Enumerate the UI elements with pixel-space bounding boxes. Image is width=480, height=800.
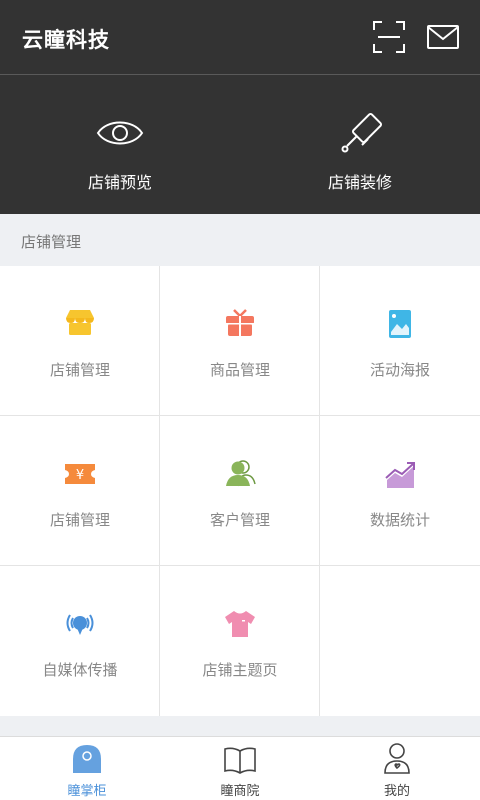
tab-academy[interactable]: 瞳商院 <box>160 737 320 800</box>
home-icon <box>73 745 101 773</box>
grid-item-label: 商品管理 <box>209 361 270 379</box>
app-title: 云瞳科技 <box>22 28 110 52</box>
scan-button[interactable] <box>372 20 406 54</box>
poster-icon <box>389 310 411 338</box>
chart-icon <box>385 462 415 488</box>
grid-item-label: 自媒体传播 <box>42 661 118 679</box>
tab-academy-label: 瞳商院 <box>220 784 260 799</box>
tab-mine[interactable]: 我的 <box>317 737 477 800</box>
store-icon <box>66 310 94 335</box>
tab-home-label: 瞳掌柜 <box>67 784 107 799</box>
grid-item-label: 活动海报 <box>369 361 430 379</box>
svg-text:¥: ¥ <box>76 468 84 483</box>
tab-home[interactable]: 瞳掌柜 <box>7 737 167 800</box>
mail-icon <box>427 25 459 49</box>
store-decorate-label: 店铺装修 <box>327 173 392 192</box>
broadcast-icon <box>66 614 94 635</box>
grid-item-label: 店铺管理 <box>49 511 110 529</box>
grid-item-coupon-management[interactable]: ¥ 店铺管理 <box>0 416 160 566</box>
grid-item-product-management[interactable]: 商品管理 <box>160 266 320 416</box>
tshirt-icon <box>225 611 255 637</box>
tab-mine-label: 我的 <box>383 784 410 799</box>
mail-button[interactable] <box>426 24 460 50</box>
grid-item-store-theme[interactable]: 店铺主题页 <box>160 566 320 716</box>
grid-item-customer-management[interactable]: 客户管理 <box>160 416 320 566</box>
coupon-icon: ¥ <box>65 464 95 484</box>
grid-empty-cell <box>320 566 480 716</box>
eye-icon <box>96 121 144 145</box>
grid-item-media-spread[interactable]: 自媒体传播 <box>0 566 160 716</box>
section-header: 店铺管理 <box>0 214 480 266</box>
store-decorate-button[interactable]: 店铺装修 <box>240 75 480 214</box>
store-preview-label: 店铺预览 <box>87 173 152 192</box>
gift-icon <box>226 309 254 336</box>
grid-item-label: 数据统计 <box>369 511 430 529</box>
header: 云瞳科技 店铺预览 店铺装修 <box>0 0 480 214</box>
book-icon <box>224 747 256 774</box>
grid-item-label: 店铺管理 <box>49 361 110 379</box>
app: 云瞳科技 店铺预览 店铺装修 店铺管理 店铺管理 商品管理 活动海报 ¥ 店铺管… <box>0 0 480 800</box>
feature-grid: 店铺管理 商品管理 活动海报 ¥ 店铺管理 客户管理 数据统计 自媒体传播 店铺… <box>0 266 480 716</box>
scan-icon <box>373 21 405 53</box>
grid-item-label: 店铺主题页 <box>202 661 278 679</box>
customers-icon <box>226 460 256 487</box>
title-bar: 云瞳科技 <box>0 0 480 75</box>
store-preview-button[interactable]: 店铺预览 <box>0 75 240 214</box>
section-title: 店铺管理 <box>21 233 82 251</box>
grid-item-label: 客户管理 <box>209 511 270 529</box>
grid-item-store-management[interactable]: 店铺管理 <box>0 266 160 416</box>
user-icon <box>384 743 410 774</box>
paint-roller-icon <box>341 112 383 153</box>
bottom-tab-bar: 瞳掌柜 瞳商院 我的 <box>0 736 480 800</box>
grid-item-data-statistics[interactable]: 数据统计 <box>320 416 480 566</box>
grid-item-activity-poster[interactable]: 活动海报 <box>320 266 480 416</box>
